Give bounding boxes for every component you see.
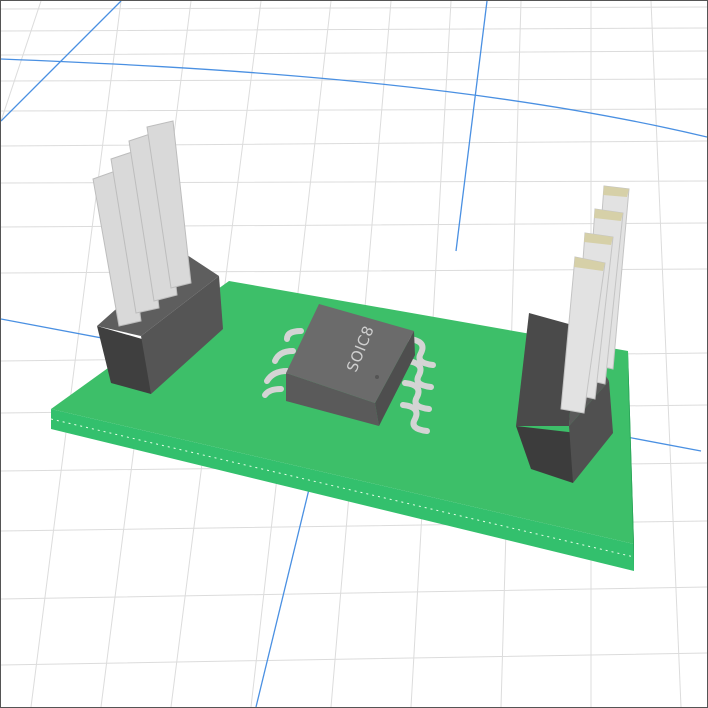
- header-left-pins: [92, 120, 192, 327]
- 3d-viewport[interactable]: SOIC8: [0, 0, 708, 708]
- pcb-scene[interactable]: SOIC8: [1, 1, 707, 707]
- chip-pin1-dot: [375, 375, 379, 379]
